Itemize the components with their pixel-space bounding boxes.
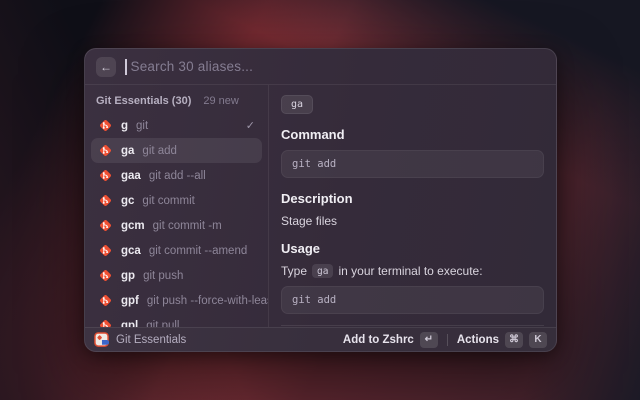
alias-name: g [121,120,128,132]
git-icon [98,118,113,133]
alias-name: gc [121,195,134,207]
text-caret [125,59,127,75]
detail-pane: ga Command git add Description Stage fil… [269,85,556,327]
alias-list-item[interactable]: gaa git add --all ✓ [91,163,262,188]
add-to-zshrc-label: Add to Zshrc [343,334,414,346]
alias-name: ga [121,145,134,157]
alias-list-item[interactable]: gca git commit --amend ✓ [91,238,262,263]
alias-list-item[interactable]: gpl git pull ✓ [91,313,262,327]
alias-command: git commit --amend [149,245,247,257]
alias-name: gca [121,245,141,257]
git-icon [98,243,113,258]
alias-command: git push [143,270,183,282]
alias-list-item[interactable]: gcm git commit -m ✓ [91,213,262,238]
alias-command: git [136,120,148,132]
usage-line: Type ga in your terminal to execute: [281,264,544,278]
actions-button[interactable]: Actions ⌘ K [457,332,547,348]
alias-list-pane: Git Essentials (30) 29 new g git ✓ ga gi… [85,85,269,327]
alias-list-item[interactable]: gpf git push --force-with-lease ✓ [91,288,262,313]
check-icon: ✓ [246,119,255,132]
git-icon [98,218,113,233]
alias-list: g git ✓ ga git add ✓ gaa git add --all ✓ [91,113,262,327]
usage-suffix: in your terminal to execute: [338,264,482,278]
list-section-header: Git Essentials (30) 29 new [91,90,262,113]
usage-heading: Usage [281,241,544,256]
git-icon [98,168,113,183]
alias-name: gp [121,270,135,282]
alias-name: gpf [121,295,139,307]
git-essentials-app-icon [94,332,109,347]
detail-divider [281,325,544,326]
alias-list-item[interactable]: gp git push ✓ [91,263,262,288]
alias-command: git add --all [149,170,206,182]
status-bar: Git Essentials Add to Zshrc ↵ Actions ⌘ … [85,327,556,351]
status-app-name: Git Essentials [116,334,186,346]
back-arrow-icon: ← [100,60,112,74]
alias-name: gaa [121,170,141,182]
back-button[interactable]: ← [96,57,116,77]
usage-code-block: git add [281,286,544,314]
git-icon [98,143,113,158]
new-count-badge: 29 new [203,95,238,107]
window-body: Git Essentials (30) 29 new g git ✓ ga gi… [85,85,556,327]
return-key-icon: ↵ [420,332,438,348]
description-text: Stage files [281,214,544,228]
git-icon [98,293,113,308]
add-to-zshrc-button[interactable]: Add to Zshrc ↵ [343,332,438,348]
alias-list-item[interactable]: gc git commit ✓ [91,188,262,213]
alias-command: git push --force-with-lease [147,295,269,307]
alias-name: gcm [121,220,145,232]
alias-command: git add [142,145,177,157]
alias-command: git pull [146,320,179,328]
command-code-block: git add [281,150,544,178]
alias-command: git commit [142,195,194,207]
raycast-window: ← Search 30 aliases... Git Essentials (3… [84,48,557,352]
git-icon [98,318,113,327]
git-icon [98,268,113,283]
alias-list-item[interactable]: ga git add ✓ [91,138,262,163]
k-key-icon: K [529,332,547,348]
cmd-key-icon: ⌘ [505,332,523,348]
alias-badge: ga [281,95,313,114]
search-input[interactable]: Search 30 aliases... [131,59,254,74]
alias-command: git commit -m [153,220,222,232]
actions-label: Actions [457,334,499,346]
command-heading: Command [281,127,544,142]
status-separator [447,334,448,346]
usage-alias-chip: ga [312,264,333,278]
alias-list-item[interactable]: g git ✓ [91,113,262,138]
description-heading: Description [281,191,544,206]
usage-prefix: Type [281,264,307,278]
git-icon [98,193,113,208]
search-bar: ← Search 30 aliases... [85,49,556,85]
alias-name: gpl [121,320,138,328]
section-title: Git Essentials (30) [96,95,191,107]
